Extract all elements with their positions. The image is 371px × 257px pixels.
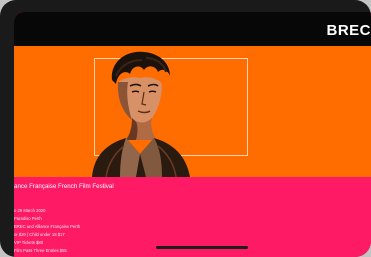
event-detail-presenter: BREC and Alliance Française Perth: [14, 224, 81, 229]
app-screen: BREC ance Française French Film Festival…: [14, 12, 371, 257]
brand-logo-text[interactable]: BREC: [326, 22, 371, 39]
event-title: ance Française French Film Festival: [14, 183, 114, 190]
home-indicator[interactable]: [156, 246, 248, 249]
event-info-section: ance Française French Film Festival o 29…: [14, 177, 371, 257]
event-detail-venue: Paradiso Perth: [14, 216, 42, 221]
top-navigation-bar: BREC: [14, 12, 371, 46]
event-detail-film-pass: Film Pass Three Entries $55: [14, 248, 67, 253]
portrait-image: [92, 51, 190, 177]
tablet-device: BREC ance Française French Film Festival…: [0, 0, 371, 257]
event-detail-vip: VIP Tickets $80: [14, 240, 44, 245]
hero-banner: [14, 46, 371, 177]
event-details-list: o 29 March 2020 Paradiso Perth BREC and …: [14, 207, 80, 255]
event-detail-date: o 29 March 2020: [14, 208, 46, 213]
event-detail-pricing: or $20 | Child under 18 $17: [14, 232, 65, 237]
